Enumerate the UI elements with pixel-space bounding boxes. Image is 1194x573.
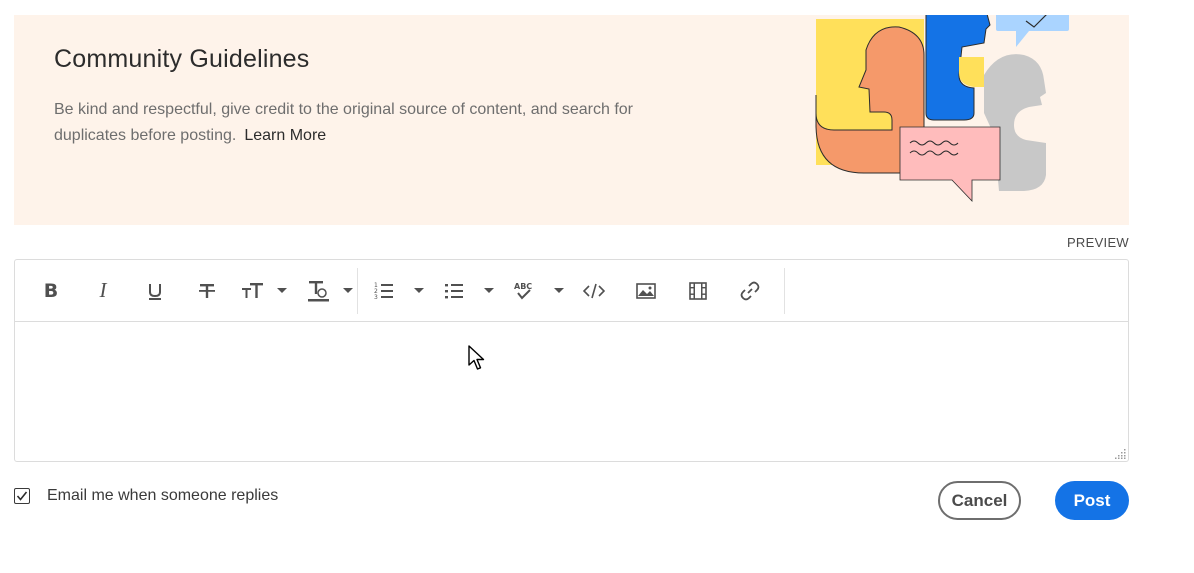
post-button[interactable]: Post [1055,481,1129,520]
email-notification-option[interactable]: Email me when someone replies [14,487,278,505]
image-icon [636,282,656,299]
editor-text-area[interactable] [15,322,1128,462]
video-icon [689,281,707,300]
text-size-dropdown[interactable] [273,271,291,311]
underline-button[interactable] [129,271,181,311]
strikethrough-button[interactable] [181,271,233,311]
numbered-list-icon: 1 2 3 [374,282,393,301]
numbered-list-dropdown[interactable] [410,271,428,311]
toolbar-insert-group: 1 2 3 ABC [358,267,785,314]
resize-handle-icon[interactable] [1115,448,1126,459]
text-color-dropdown[interactable] [339,271,357,311]
svg-text:3: 3 [374,294,378,301]
community-guidelines-banner: Community Guidelines Be kind and respect… [14,15,1129,225]
link-icon [740,281,760,300]
preview-link[interactable]: PREVIEW [1067,235,1129,250]
community-illustration [815,15,1069,202]
bulleted-list-button[interactable] [428,271,480,311]
spellcheck-dropdown[interactable] [550,271,568,311]
italic-button[interactable]: I [77,271,129,311]
spellcheck-icon: ABC [514,282,532,299]
text-size-button[interactable] [233,271,273,311]
image-button[interactable] [620,271,672,311]
text-size-icon [242,282,263,298]
italic-icon: I [99,278,107,302]
guidelines-text: Be kind and respectful, give credit to t… [54,101,633,144]
underline-icon [149,283,161,300]
strikethrough-icon [199,283,215,298]
spellcheck-button[interactable]: ABC [498,271,550,311]
link-button[interactable] [724,271,776,311]
bulleted-list-icon [445,283,463,298]
email-label: Email me when someone replies [47,487,279,504]
code-icon [583,283,605,298]
guidelines-body: Be kind and respectful, give credit to t… [54,97,674,149]
checkmark-icon [16,491,28,501]
bold-button[interactable]: B [25,271,77,311]
editor-toolbar: B I 1 2 3 ABC [15,260,1128,322]
cancel-button[interactable]: Cancel [938,481,1021,520]
learn-more-link[interactable]: Learn More [244,127,326,144]
guidelines-title: Community Guidelines [54,45,310,73]
email-checkbox[interactable] [14,488,30,504]
code-button[interactable] [568,271,620,311]
text-color-button[interactable] [299,271,339,311]
bold-icon: B [43,279,59,302]
numbered-list-button[interactable]: 1 2 3 [358,271,410,311]
reply-editor[interactable]: B I 1 2 3 ABC [14,259,1129,462]
video-button[interactable] [672,271,724,311]
text-color-icon [308,280,329,301]
bulleted-list-dropdown[interactable] [480,271,498,311]
toolbar-formatting-group: B I [15,267,358,314]
mouse-cursor-icon [468,345,485,370]
